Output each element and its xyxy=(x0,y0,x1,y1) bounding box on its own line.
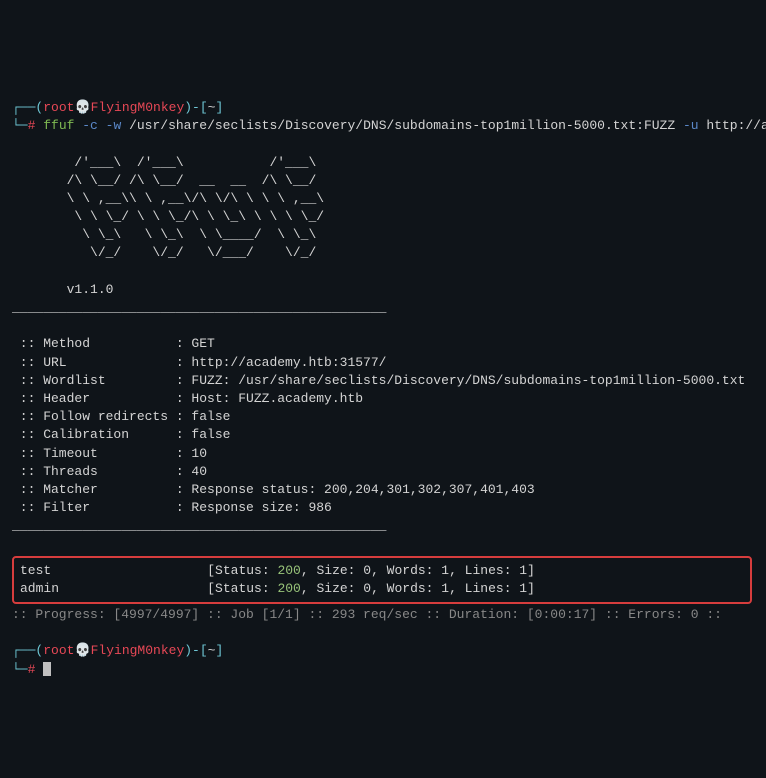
result-label: [Status: xyxy=(207,581,277,596)
user-name: root xyxy=(43,643,74,658)
command-arg: http://academy.htb:31577/ xyxy=(706,118,766,133)
prompt-line-2: ┌──(root💀FlyingM0nkey)-[~] xyxy=(12,643,223,658)
prompt-decoration: )-[ xyxy=(184,643,207,658)
skull-icon: 💀 xyxy=(74,100,90,115)
command-flags: -c -w xyxy=(74,118,129,133)
command-binary: ffuf xyxy=(43,118,74,133)
prompt-line-1: ┌──(root💀FlyingM0nkey)-[~] xyxy=(12,100,223,115)
hostname: FlyingM0nkey xyxy=(91,100,185,115)
config-calibration: :: Calibration : false xyxy=(12,427,230,442)
prompt-decoration: └─ xyxy=(12,118,28,133)
prompt-decoration: ┌──( xyxy=(12,100,43,115)
prompt-decoration: ] xyxy=(215,100,223,115)
cursor-icon xyxy=(43,662,51,676)
result-meta: , Size: 0, Words: 1, Lines: 1] xyxy=(301,563,535,578)
results-highlight: test [Status: 200, Size: 0, Words: 1, Li… xyxy=(12,556,752,604)
status-code: 200 xyxy=(277,581,300,596)
result-row: admin [Status: 200, Size: 0, Words: 1, L… xyxy=(20,581,535,596)
command-line: └─# ffuf -c -w /usr/share/seclists/Disco… xyxy=(12,118,766,133)
prompt-decoration: └─ xyxy=(12,662,28,677)
config-header: :: Header : Host: FUZZ.academy.htb xyxy=(12,391,363,406)
config-redirects: :: Follow redirects : false xyxy=(12,409,230,424)
result-name: test xyxy=(20,563,207,578)
ascii-art-line: /\ \__/ /\ \__/ __ __ /\ \__/ xyxy=(12,173,371,188)
user-name: root xyxy=(43,100,74,115)
prompt-hash: # xyxy=(28,118,36,133)
ascii-art-line: /'___\ /'___\ /'___\ xyxy=(12,155,371,170)
ascii-art-line: \/_/ \/_/ \/___/ \/_/ xyxy=(12,245,371,260)
progress-line: :: Progress: [4997/4997] :: Job [1/1] ::… xyxy=(12,607,722,622)
config-filter: :: Filter : Response size: 986 xyxy=(12,500,332,515)
ascii-art-line: \ \ \_/ \ \ \_/\ \ \_\ \ \ \ \_/ xyxy=(12,209,371,224)
config-wordlist: :: Wordlist : FUZZ: /usr/share/seclists/… xyxy=(12,373,745,388)
skull-icon: 💀 xyxy=(74,643,90,658)
result-name: admin xyxy=(20,581,207,596)
result-row: test [Status: 200, Size: 0, Words: 1, Li… xyxy=(20,563,535,578)
hostname: FlyingM0nkey xyxy=(91,643,185,658)
config-threads: :: Threads : 40 xyxy=(12,464,207,479)
cwd-path: ~ xyxy=(208,643,216,658)
prompt-hash: # xyxy=(28,662,36,677)
config-timeout: :: Timeout : 10 xyxy=(12,446,207,461)
ascii-art-line: \ \_\ \ \_\ \ \____/ \ \_\ xyxy=(12,227,371,242)
divider: ________________________________________… xyxy=(12,518,386,533)
command-flags: -u xyxy=(675,118,706,133)
result-meta: , Size: 0, Words: 1, Lines: 1] xyxy=(301,581,535,596)
terminal-output[interactable]: ┌──(root💀FlyingM0nkey)-[~] └─# ffuf -c -… xyxy=(12,81,754,679)
divider: ________________________________________… xyxy=(12,300,386,315)
prompt-decoration: )-[ xyxy=(184,100,207,115)
config-method: :: Method : GET xyxy=(12,336,215,351)
prompt-decoration: ┌──( xyxy=(12,643,43,658)
status-code: 200 xyxy=(277,563,300,578)
ascii-art-line: \ \ ,__\\ \ ,__\/\ \/\ \ \ \ ,__\ xyxy=(12,191,371,206)
config-matcher: :: Matcher : Response status: 200,204,30… xyxy=(12,482,535,497)
result-label: [Status: xyxy=(207,563,277,578)
command-arg: /usr/share/seclists/Discovery/DNS/subdom… xyxy=(129,118,675,133)
prompt-cursor-line[interactable]: └─# xyxy=(12,662,51,677)
config-url: :: URL : http://academy.htb:31577/ xyxy=(12,355,386,370)
prompt-decoration: ] xyxy=(215,643,223,658)
version-text: v1.1.0 xyxy=(12,282,113,297)
